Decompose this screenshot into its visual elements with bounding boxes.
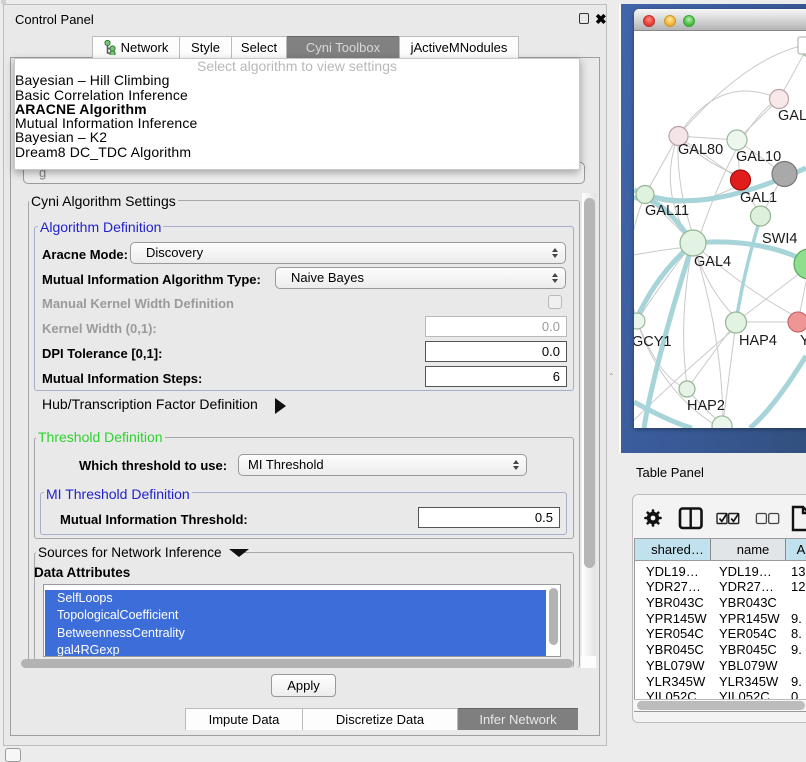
svg-text:SWI4: SWI4 [762,231,797,247]
svg-text:GAL4: GAL4 [694,254,731,270]
svg-text:GAL80: GAL80 [678,142,723,158]
svg-text:GAL10: GAL10 [736,149,781,165]
svg-text:GAL7: GAL7 [778,108,806,124]
svg-text:HAP4: HAP4 [739,333,777,349]
svg-text:GAL11: GAL11 [645,203,689,219]
svg-text:HAP2: HAP2 [687,398,725,414]
svg-text:GAL1: GAL1 [740,190,777,206]
svg-text:GCY1: GCY1 [634,334,672,350]
svg-text:YJ: YJ [800,333,806,349]
